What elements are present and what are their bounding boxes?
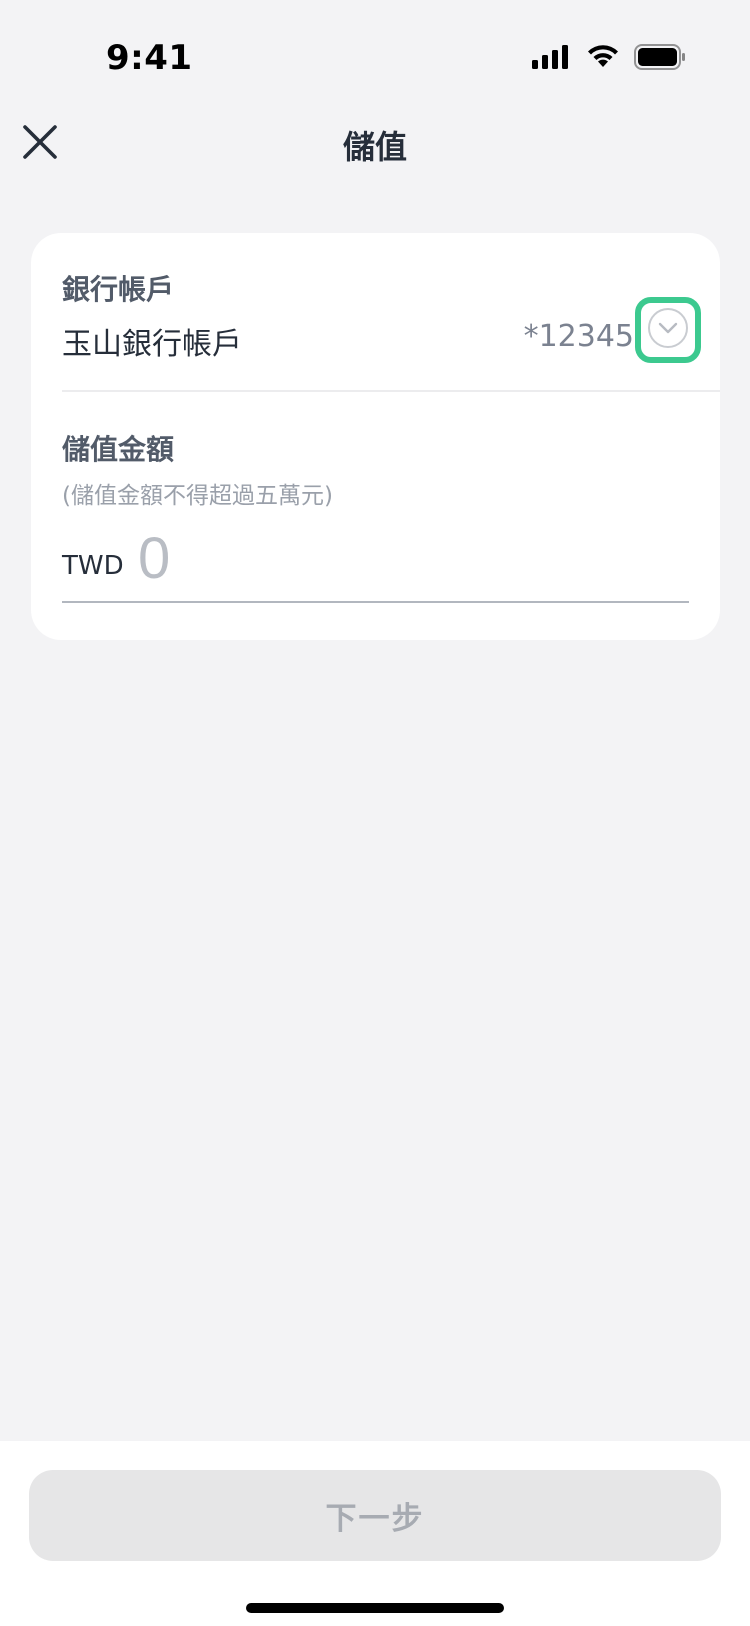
home-indicator — [246, 1603, 504, 1613]
divider — [62, 390, 720, 392]
bank-account-name: 玉山銀行帳戶 — [62, 327, 242, 362]
bank-account-number: *12345 — [523, 319, 634, 354]
header: 儲值 — [0, 110, 750, 180]
bottom-action-bar: 下一步 — [0, 1441, 750, 1626]
battery-icon — [634, 44, 686, 74]
currency-label: TWD — [62, 551, 124, 581]
status-time: 9:41 — [106, 38, 193, 78]
bank-account-dropdown-button[interactable] — [635, 297, 701, 363]
bank-account-label: 銀行帳戶 — [62, 273, 175, 306]
chevron-down-circle-icon — [647, 307, 689, 353]
page-title: 儲值 — [342, 128, 407, 166]
amount-input[interactable] — [138, 525, 678, 591]
status-icons — [532, 44, 686, 74]
bank-account-section: 銀行帳戶 玉山銀行帳戶 *12345 — [31, 233, 720, 390]
wifi-icon — [586, 45, 620, 73]
next-step-button[interactable]: 下一步 — [29, 1470, 721, 1561]
top-up-amount-label: 儲值金額 — [62, 433, 175, 466]
status-bar: 9:41 — [0, 0, 750, 110]
top-up-form-card: 銀行帳戶 玉山銀行帳戶 *12345 儲值金額 (儲值金額不得超過五萬元) TW… — [31, 233, 720, 640]
cellular-signal-icon — [532, 45, 572, 73]
amount-input-row: TWD — [62, 523, 689, 603]
top-up-amount-hint: (儲值金額不得超過五萬元) — [62, 483, 333, 509]
